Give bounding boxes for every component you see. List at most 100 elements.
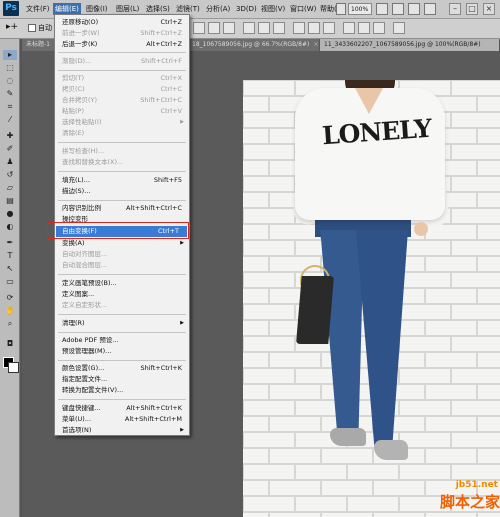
tab-photo-18[interactable]: 18_1067589056.jpg @ 66.7%(RGB/8#) × [188,39,320,51]
menu-item-menus[interactable]: 菜单(U)... Alt+Shift+Ctrl+M [62,414,186,425]
tab-close-icon[interactable]: × [485,41,490,48]
hand-tool-icon[interactable]: ✋ [3,306,17,316]
menu-item-adobe-pdf-presets[interactable]: Adobe PDF 预设... [62,335,186,346]
wall-brick [243,256,269,272]
menu-item-color-settings[interactable]: 颜色设置(G)... Shift+Ctrl+K [62,363,186,374]
wall-brick [425,448,477,464]
path-select-tool-icon[interactable]: ↖ [3,264,17,274]
menu-item-preset-manager[interactable]: 预设管理器(M)... [62,346,186,357]
wall-brick [451,176,500,192]
distribute-center-icon[interactable] [358,22,370,34]
eraser-tool-icon[interactable]: ▱ [3,183,17,193]
quick-select-tool-icon[interactable]: ✎ [3,89,17,99]
zoom-select[interactable]: 100% [348,3,372,15]
wall-brick [243,432,295,448]
align-center-icon[interactable] [258,22,270,34]
tab-untitled[interactable]: 未标题-1× [22,39,56,51]
3d-rotate-tool-icon[interactable]: ⟳ [3,293,17,303]
menu-item-define-custom-shape[interactable]: 定义自定形状... [62,300,186,311]
menu-item-spell-check[interactable]: 拼写检查(H)... [62,146,186,157]
wall-brick [269,352,321,368]
dodge-tool-icon[interactable]: ◐ [3,222,17,232]
quick-mask-icon[interactable]: ◘ [3,339,17,349]
background-color-swatch[interactable] [8,362,19,373]
history-brush-tool-icon[interactable]: ↺ [3,170,17,180]
align-left-icon[interactable] [243,22,255,34]
shape-tool-icon[interactable]: ▭ [3,277,17,287]
menu-item-convert-to-profile[interactable]: 转换为配置文件(V)... [62,385,186,396]
menu-item-step-backward[interactable]: 后退一步(K) Alt+Ctrl+Z [62,39,186,50]
menu-item-paste[interactable]: 粘贴(P) Ctrl+V [62,106,186,117]
zoom-tool-icon[interactable]: ⌕ [3,319,17,329]
wall-brick [243,384,269,400]
menu-item-copy[interactable]: 拷贝(C) Ctrl+C [62,84,186,95]
distribute-left-icon[interactable] [343,22,355,34]
menu-item-stroke[interactable]: 描边(S)... [62,186,186,197]
menu-item-keyboard-shortcuts[interactable]: 键盘快捷键... Alt+Shift+Ctrl+K [62,403,186,414]
minimize-button[interactable]: – [449,3,461,15]
zoom-view-icon[interactable] [392,3,404,15]
menu-item-clear[interactable]: 清除(E) [62,128,186,139]
align-middle-icon[interactable] [208,22,220,34]
hand-view-icon[interactable] [376,3,388,15]
menu-item-auto-align-layers[interactable]: 自动对齐图层... [62,249,186,260]
distribute-middle-icon[interactable] [308,22,320,34]
type-tool-icon[interactable]: T [3,251,17,261]
distribute-top-icon[interactable] [293,22,305,34]
move-tool-icon[interactable]: ▸ [3,50,17,60]
marquee-tool-icon[interactable]: ⬚ [3,63,17,73]
eyedropper-tool-icon[interactable]: ⁄ [3,115,17,125]
menu-item-undo-move[interactable]: 还原移动(O) Ctrl+Z [62,17,186,28]
menu-item-transform[interactable]: 变换(A) ▶ [62,238,186,249]
wall-brick [243,112,295,128]
highlight-callout-box [47,222,189,239]
lasso-tool-icon[interactable]: ◌ [3,76,17,86]
gradient-tool-icon[interactable]: ▤ [3,196,17,206]
arrange-docs-icon[interactable] [408,3,420,15]
menu-view[interactable]: 视图(V) [259,3,287,15]
wall-brick [451,368,500,384]
menu-item-cut[interactable]: 剪切(T) Ctrl+X [62,73,186,84]
brush-tool-icon[interactable]: ✐ [3,144,17,154]
move-tool-icon[interactable]: ▸+ [6,22,18,32]
menu-3d[interactable]: 3D(D) [234,3,259,15]
wall-brick [243,512,269,517]
auto-align-icon[interactable] [393,22,405,34]
distribute-bottom-icon[interactable] [323,22,335,34]
submenu-arrow-icon: ▶ [180,119,184,125]
menu-item-fill[interactable]: 填充(L)... Shift+F5 [62,175,186,186]
menu-item-auto-blend-layers[interactable]: 自动混合图层... [62,260,186,271]
menu-item-fade[interactable]: 渐隐(D)... Shift+Ctrl+F [62,56,186,67]
menu-item-define-brush[interactable]: 定义画笔预设(B)... [62,278,186,289]
menu-item-assign-profile[interactable]: 指定配置文件... [62,374,186,385]
blur-tool-icon[interactable]: ● [3,209,17,219]
screen-toggle-icon[interactable] [424,3,436,15]
maximize-button[interactable]: □ [466,3,478,15]
auto-select-checkbox[interactable] [28,24,36,32]
close-button[interactable]: × [483,3,495,15]
wall-brick [243,288,269,304]
menu-item-copy-merged[interactable]: 合并拷贝(Y) Shift+Ctrl+C [62,95,186,106]
menu-file[interactable]: 文件(F) [24,3,52,15]
distribute-right-icon[interactable] [373,22,385,34]
clone-stamp-tool-icon[interactable]: ♟ [3,157,17,167]
align-right-icon[interactable] [273,22,285,34]
align-bottom-icon[interactable] [223,22,235,34]
menu-item-paste-special[interactable]: 选择性粘贴(I) ▶ [62,117,186,128]
tab-photo-11[interactable]: 11_3433602207_1067589056.jpg @ 100%(RGB/… [320,39,500,51]
crop-tool-icon[interactable]: ⌗ [3,102,17,112]
menu-item-purge[interactable]: 清理(R) ▶ [62,318,186,329]
menu-analysis[interactable]: 分析(A) [204,3,232,15]
pen-tool-icon[interactable]: ✒ [3,238,17,248]
menu-item-define-pattern[interactable]: 定义图案... [62,289,186,300]
wall-brick [321,512,373,517]
menu-item-find-replace[interactable]: 查找和替换文本(X)... [62,157,186,168]
tab-close-icon[interactable]: × [313,41,318,48]
screen-mode-icon[interactable] [336,3,346,15]
menu-item-preferences[interactable]: 首选项(N) ▶ [62,425,186,436]
menu-window[interactable]: 窗口(W) [288,3,318,15]
align-top-icon[interactable] [193,22,205,34]
menu-item-step-forward[interactable]: 前进一步(W) Shift+Ctrl+Z [62,28,186,39]
healing-brush-tool-icon[interactable]: ✚ [3,131,17,141]
menu-item-content-aware-scale[interactable]: 内容识别比例 Alt+Shift+Ctrl+C [62,203,186,214]
